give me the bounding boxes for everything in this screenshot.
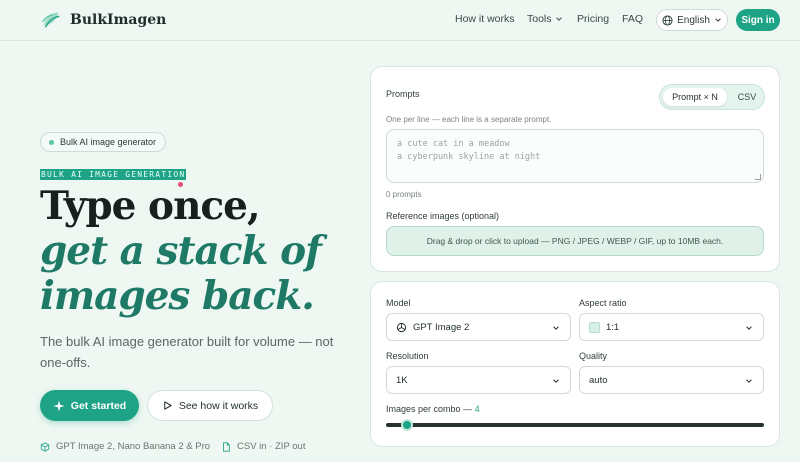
top-nav-bar: BulkImagen How it works Tools Pricing FA… — [0, 0, 800, 41]
see-how-it-works-button[interactable]: See how it works — [147, 390, 273, 421]
get-started-label: Get started — [70, 399, 127, 412]
nav-faq-label: FAQ — [622, 13, 644, 25]
eyebrow-label: BULK AI IMAGE GENERATION — [40, 169, 187, 180]
model-value: GPT Image 2 — [413, 321, 470, 333]
chevron-down-icon — [555, 17, 562, 21]
quality-value: auto — [589, 374, 608, 386]
placeholder-line-1: a cute cat in a meadow — [397, 139, 510, 149]
reference-images-label: Reference images (optional) — [386, 211, 500, 221]
brand-name: BulkImagen — [70, 12, 167, 28]
prompts-textarea[interactable]: a cute cat in a meadow a cyberpunk skyli… — [386, 129, 764, 183]
nav-faq[interactable]: FAQ — [622, 13, 643, 25]
resolution-value: 1K — [396, 374, 408, 386]
mode-csv-tab[interactable]: CSV — [731, 88, 763, 106]
prompts-hint: One per line — each line is a separate p… — [386, 115, 552, 124]
chevron-down-icon — [746, 379, 752, 383]
mode-prompt-x-n-tab[interactable]: Prompt × N — [663, 88, 727, 106]
chevron-down-icon — [746, 326, 752, 330]
nav-pricing-label: Pricing — [577, 13, 610, 25]
images-per-combo-slider-thumb[interactable] — [400, 419, 413, 431]
aspect-ratio-select[interactable]: 1:1 — [579, 313, 764, 341]
brand[interactable]: BulkImagen — [40, 9, 166, 31]
chevron-down-icon — [553, 379, 559, 383]
images-per-combo-text: Images per combo — — [386, 404, 473, 414]
model-select[interactable]: GPT Image 2 — [386, 313, 571, 341]
logo-icon — [42, 12, 60, 28]
prompt-count: 0 prompts — [386, 190, 422, 199]
nav-how-it-works[interactable]: How it works — [455, 13, 515, 25]
chevron-down-icon — [553, 326, 559, 330]
images-per-combo-label: Images per combo — 4 — [386, 404, 480, 414]
prompts-card: Prompts Prompt × N CSV One per line — ea… — [370, 66, 780, 272]
feature-csv: CSV in · ZIP out — [221, 441, 305, 452]
prompts-title: Prompts — [386, 89, 420, 99]
images-per-combo-value: 4 — [474, 404, 480, 414]
sparkle-icon — [53, 400, 65, 411]
sign-in-button[interactable]: Sign in — [736, 9, 780, 31]
headline-line-3: images back. — [40, 273, 315, 319]
headline-line-1: Type once, — [40, 183, 261, 229]
quality-select[interactable]: auto — [579, 366, 764, 394]
placeholder-line-2: a cyberpunk skyline at night — [397, 152, 541, 162]
resolution-label: Resolution — [386, 351, 429, 361]
resolution-select[interactable]: 1K — [386, 366, 571, 394]
aspect-swatch-icon — [589, 321, 600, 333]
badge-dot-icon — [49, 139, 54, 145]
language-label: English — [677, 14, 710, 26]
see-how-it-works-label: See how it works — [178, 399, 259, 412]
images-per-combo-track[interactable] — [386, 423, 764, 427]
file-icon — [223, 441, 230, 452]
hero-subtitle: The bulk AI image generator built for vo… — [40, 334, 334, 370]
nav-tools-label: Tools — [527, 13, 552, 25]
nav-pricing[interactable]: Pricing — [577, 13, 609, 25]
feature-models: GPT Image 2, Nano Banana 2 & Pro — [40, 441, 210, 452]
openai-icon — [396, 322, 407, 332]
hero-badge: Bulk AI image generator — [40, 132, 167, 152]
settings-card: Model Aspect ratio GPT Image 2 1:1 Resol… — [370, 281, 780, 447]
feature-csv-label: CSV in · ZIP out — [237, 441, 306, 452]
nav-tools[interactable]: Tools — [527, 13, 563, 25]
quality-label: Quality — [579, 351, 608, 361]
play-icon — [164, 401, 172, 410]
chevron-down-icon — [715, 18, 721, 22]
aspect-ratio-value: 1:1 — [606, 321, 620, 333]
language-selector[interactable]: English — [656, 9, 728, 31]
reference-dropzone[interactable]: Drag & drop or click to upload — PNG / J… — [386, 226, 764, 256]
nav-how-it-works-label: How it works — [455, 13, 515, 25]
badge-label: Bulk AI image generator — [60, 137, 157, 147]
feature-models-label: GPT Image 2, Nano Banana 2 & Pro — [56, 441, 211, 452]
globe-icon — [662, 14, 673, 26]
resize-handle-icon[interactable] — [755, 174, 761, 180]
aspect-ratio-label: Aspect ratio — [579, 298, 627, 308]
mode-toggle: Prompt × N CSV — [659, 84, 765, 110]
get-started-button[interactable]: Get started — [40, 390, 139, 421]
cube-icon — [40, 441, 50, 452]
model-label: Model — [386, 298, 411, 308]
headline-line-2: get a stack of — [40, 228, 322, 274]
